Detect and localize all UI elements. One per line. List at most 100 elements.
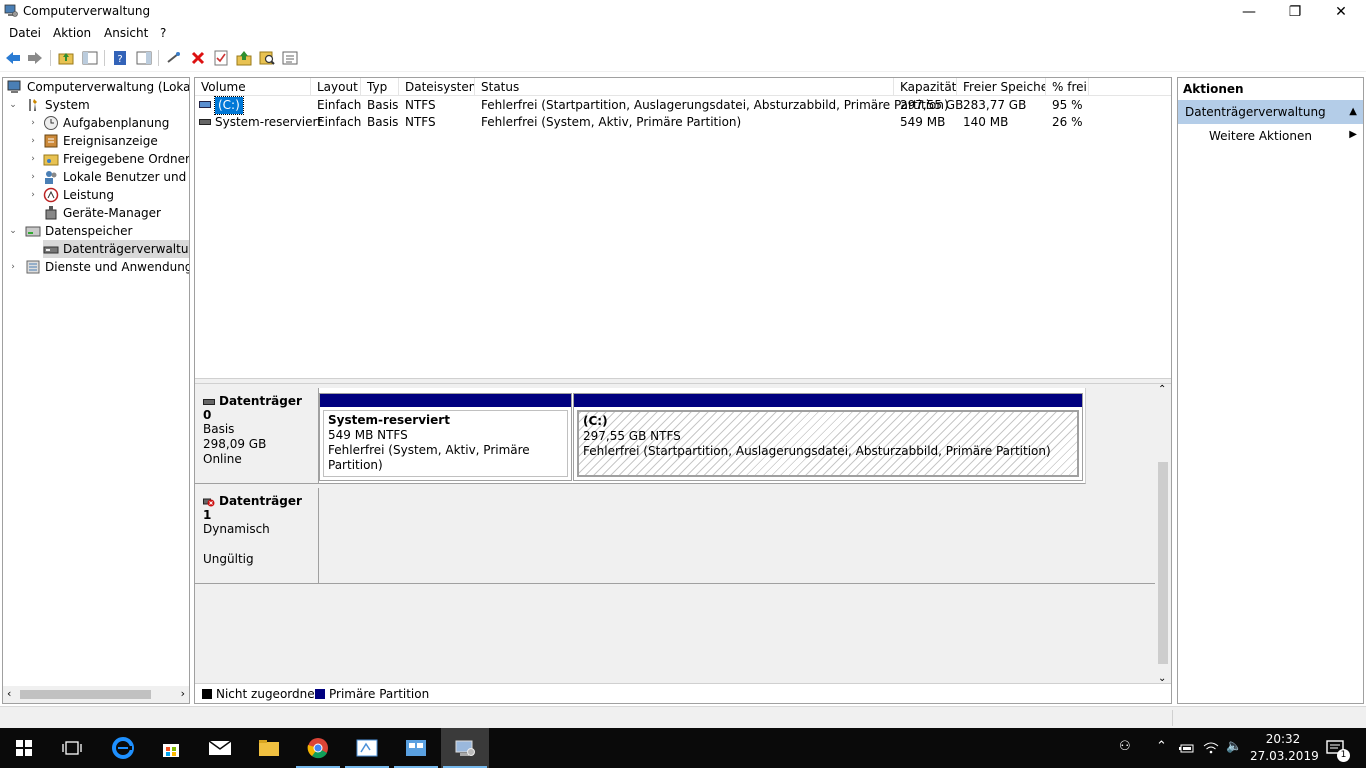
scroll-right-icon[interactable]: › [181,687,185,700]
maximize-button[interactable]: ❐ [1272,0,1318,24]
scroll-up-icon[interactable]: ⌃ [1158,384,1166,395]
properties-pane-button[interactable] [135,49,153,67]
services-icon [26,260,40,274]
scrollbar-thumb[interactable] [1158,462,1168,664]
chevron-down-icon[interactable]: ⌄ [7,222,19,240]
export-button[interactable] [235,49,253,67]
chevron-right-icon[interactable]: › [27,168,39,186]
taskbar-app-2[interactable] [392,728,440,768]
close-button[interactable]: ✕ [1318,0,1364,24]
taskbar-app-1[interactable] [343,728,391,768]
column-kapazitaet[interactable]: Kapazität [894,78,957,96]
clock-time[interactable]: 20:32 [1262,732,1304,746]
taskbar-chrome[interactable] [294,728,342,768]
help-button[interactable]: ? [111,49,129,67]
taskbar-mail[interactable] [196,728,244,768]
chevron-down-icon[interactable]: ⌄ [7,96,19,114]
collapse-icon[interactable]: ▲ [1349,106,1357,117]
column-typ[interactable]: Typ [361,78,399,96]
chevron-right-icon[interactable]: › [27,150,39,168]
task-view-icon [62,741,82,755]
partition-c[interactable]: (C:) 297,55 GB NTFS Fehlerfrei (Startpar… [573,393,1083,481]
column-status[interactable]: Status [475,78,894,96]
tree-item-ereignisanzeige[interactable]: Ereignisanzeige [43,132,158,150]
clock-date[interactable]: 27.03.2019 [1250,749,1319,763]
menu-datei[interactable]: Datei [9,26,41,40]
people-icon[interactable]: ⚇ [1119,739,1131,754]
volume-capacity: 297,55 GB [900,98,964,112]
disk-state: Ungültig [203,552,254,566]
taskbar-store[interactable] [147,728,195,768]
forward-button[interactable] [26,49,44,67]
list-icon [282,51,298,65]
properties-pane-icon [136,51,152,65]
disk-0-label[interactable]: Datenträger 0 Basis 298,09 GB Online [195,388,319,484]
more-actions-link[interactable]: Weitere Aktionen [1209,129,1312,143]
tree-item-geraete-manager[interactable]: Geräte-Manager [43,204,161,222]
taskbar-edge[interactable] [99,728,147,768]
tree-item-datentraegerverwaltung[interactable]: Datenträgerverwaltung [43,240,189,258]
actions-section-header[interactable]: Datenträgerverwaltung ▲ [1178,100,1363,124]
column-prozent-frei[interactable]: % frei [1046,78,1089,96]
volume-row-c[interactable]: (C:) Einfach Basis NTFS Fehlerfrei (Star… [195,96,1171,115]
chevron-up-icon[interactable]: ⌃ [1156,739,1167,754]
battery-icon[interactable] [1179,742,1195,754]
scrollbar-thumb[interactable] [20,690,151,699]
up-folder-button[interactable] [57,49,75,67]
task-view-button[interactable] [48,728,96,768]
disk-vertical-scrollbar[interactable]: ⌃ ⌄ [1155,384,1171,684]
restore-icon: ❐ [1288,4,1302,20]
tree-item-aufgabenplanung[interactable]: Aufgabenplanung [43,114,169,132]
minimize-button[interactable]: — [1226,0,1272,24]
column-layout[interactable]: Layout [311,78,361,96]
disk-1-label[interactable]: Datenträger 1 Dynamisch Ungültig [195,488,319,584]
tree-item-datenspeicher[interactable]: Datenspeicher [25,222,132,240]
connect-button[interactable] [165,49,183,67]
volume-free: 283,77 GB [963,98,1027,112]
menu-aktion[interactable]: Aktion [53,26,91,40]
start-button[interactable] [0,728,48,768]
chevron-right-icon[interactable]: › [27,132,39,150]
wifi-icon[interactable] [1203,741,1219,755]
console-tree: Computerverwaltung (Lokal) ⌄ System › Au… [2,77,190,704]
volume-icon[interactable]: 🔈 [1226,739,1242,754]
search-button[interactable] [258,49,276,67]
list-button[interactable] [281,49,299,67]
action-center-button[interactable]: 1 [1318,728,1366,768]
scroll-left-icon[interactable]: ‹ [7,687,11,700]
column-dateisystem[interactable]: Dateisystem [399,78,475,96]
volume-name: (C:) [214,96,244,115]
taskbar-computer-management[interactable] [441,728,489,768]
menu-bar: Datei Aktion Ansicht ? [0,24,1366,44]
column-freier-speicher[interactable]: Freier Speicher [957,78,1046,96]
disk-0-partitions: System-reserviert 549 MB NTFS Fehlerfrei… [319,388,1086,484]
chevron-right-icon[interactable]: › [27,186,39,204]
partition-system-reserved[interactable]: System-reserviert 549 MB NTFS Fehlerfrei… [319,393,572,481]
tree-item-freigegebene-ordner[interactable]: Freigegebene Ordner [43,150,189,168]
performance-icon [43,187,59,203]
connect-icon [167,52,180,63]
menu-help[interactable]: ? [160,26,166,40]
column-volume[interactable]: Volume [195,78,311,96]
taskbar-explorer[interactable] [245,728,293,768]
chevron-right-icon[interactable]: › [7,258,19,276]
volume-layout: Einfach [317,115,362,129]
tree-item-lokale-benutzer[interactable]: Lokale Benutzer und Gruppen [43,168,189,186]
back-button[interactable] [4,49,22,67]
tree-horizontal-scrollbar[interactable]: ‹ › [3,686,189,703]
svg-text:?: ? [117,54,122,65]
legend-unallocated: Nicht zugeordnet [216,687,320,701]
tree-item-dienste[interactable]: Dienste und Anwendungen [25,258,189,276]
chevron-right-icon[interactable]: › [27,114,39,132]
volume-percent-free: 95 % [1052,98,1083,112]
tree-item-system[interactable]: System [25,96,90,114]
tree-item-leistung[interactable]: Leistung [43,186,114,204]
tree-item-root[interactable]: Computerverwaltung (Lokal) [7,78,189,96]
menu-ansicht[interactable]: Ansicht [104,26,148,40]
tree-label: Dienste und Anwendungen [45,260,189,274]
properties-button[interactable] [212,49,230,67]
delete-button[interactable] [189,49,207,67]
status-bar [0,706,1366,728]
volume-row-system-reserved[interactable]: System-reserviert Einfach Basis NTFS Feh… [195,114,1171,131]
console-tree-button[interactable] [81,49,99,67]
